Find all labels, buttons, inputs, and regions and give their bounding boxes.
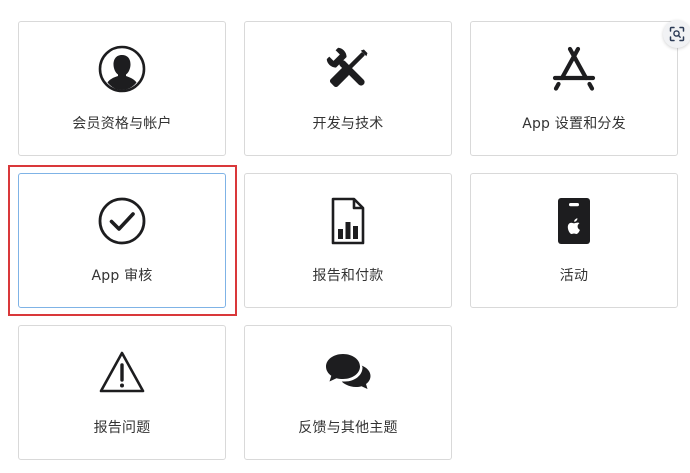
visual-lookup-button[interactable] — [663, 20, 690, 48]
card-development-technology[interactable]: 开发与技术 — [244, 21, 452, 156]
card-label: 报告问题 — [93, 420, 151, 436]
card-label: 会员资格与帐户 — [72, 116, 172, 132]
card-membership-account[interactable]: 会员资格与帐户 — [18, 21, 226, 156]
card-app-review[interactable]: App 审核 — [18, 173, 226, 308]
chat-bubbles-icon — [323, 348, 373, 398]
wrench-screwdriver-icon — [323, 44, 373, 94]
card-app-setup-distribution[interactable]: App 设置和分发 — [470, 21, 678, 156]
card-events[interactable]: 活动 — [470, 173, 678, 308]
card-label: 报告和付款 — [312, 268, 384, 284]
checkmark-circle-icon — [97, 196, 147, 246]
event-badge-icon — [549, 196, 599, 246]
person-circle-icon — [97, 44, 147, 94]
card-label: App 设置和分发 — [522, 116, 626, 132]
card-label: 开发与技术 — [312, 116, 384, 132]
card-feedback-other[interactable]: 反馈与其他主题 — [244, 325, 452, 460]
card-label: App 审核 — [91, 268, 153, 284]
card-label: 活动 — [559, 268, 589, 284]
support-topics-page: 会员资格与帐户 开发与技术 App 设置和分发 App 审核 报告和付款 活动 … — [0, 0, 690, 473]
report-chart-icon — [323, 196, 373, 246]
card-reports-payments[interactable]: 报告和付款 — [244, 173, 452, 308]
card-label: 反馈与其他主题 — [298, 420, 398, 436]
card-report-issue[interactable]: 报告问题 — [18, 325, 226, 460]
warning-triangle-icon — [97, 348, 147, 398]
app-store-icon — [549, 44, 599, 94]
